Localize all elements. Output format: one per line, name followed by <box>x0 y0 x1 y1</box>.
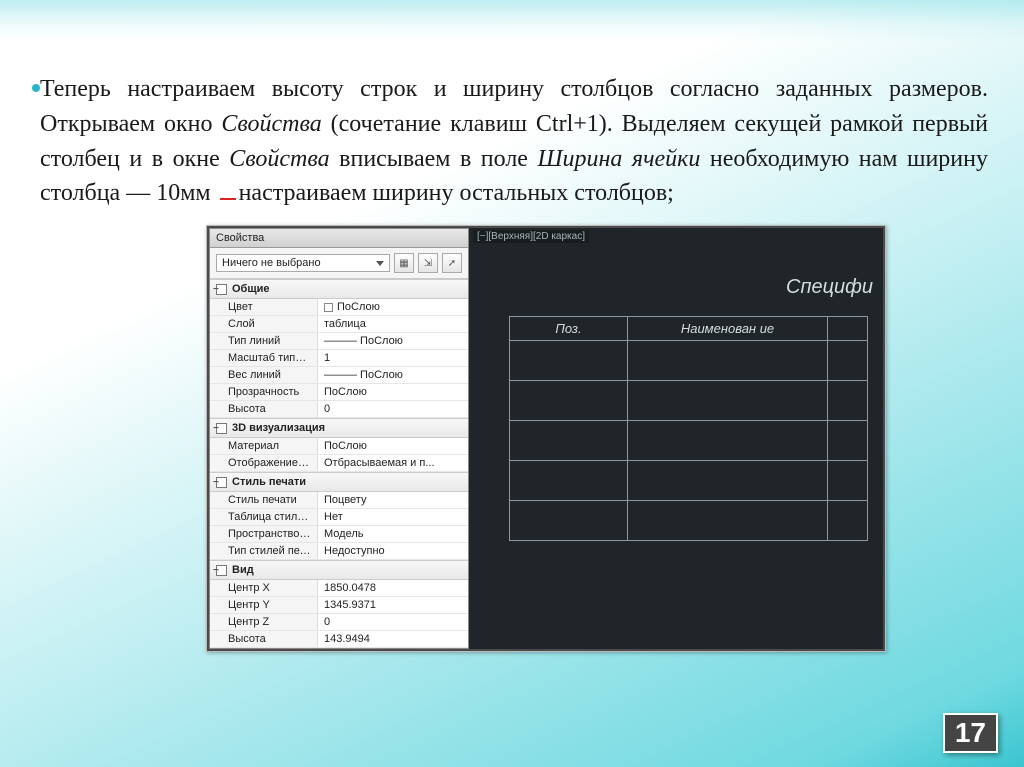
table-row[interactable] <box>510 461 868 501</box>
property-row[interactable]: ЦветПоСлою <box>210 299 468 316</box>
slide-paragraph: Теперь настраиваем высоту строк и ширину… <box>36 72 988 211</box>
italic-1: Свойства <box>221 111 321 137</box>
property-key: Масштаб типа ... <box>210 350 318 366</box>
table-row[interactable] <box>510 381 868 421</box>
error-underline <box>220 198 236 200</box>
selection-dropdown[interactable]: Ничего не выбрано <box>216 254 390 272</box>
chevron-down-icon <box>376 261 384 266</box>
property-key: Прозрачность <box>210 384 318 400</box>
property-key: Пространство т... <box>210 526 318 542</box>
properties-title: Свойства <box>210 229 468 248</box>
property-value[interactable]: таблица <box>318 316 468 332</box>
property-value[interactable]: 1850.0478 <box>318 580 468 596</box>
section-3dviz-label: 3D визуализация <box>232 422 325 434</box>
table-header-name: Наименован ие <box>628 317 828 341</box>
property-row[interactable]: Тип линий——— ПоСлою <box>210 333 468 350</box>
property-value[interactable]: Модель <box>318 526 468 542</box>
property-key: Слой <box>210 316 318 332</box>
property-key: Материал <box>210 438 318 454</box>
selection-dropdown-label: Ничего не выбрано <box>222 257 321 269</box>
page-number: 17 <box>943 713 998 753</box>
section-view-label: Вид <box>232 564 254 576</box>
property-row[interactable]: Высота0 <box>210 401 468 418</box>
section-general[interactable]: Общие <box>210 279 468 299</box>
italic-3: Ширина ячейки <box>537 146 700 172</box>
table-header-poz: Поз. <box>510 317 628 341</box>
properties-panel: Свойства Ничего не выбрано ▦ ⇲ ➚ Общие Ц… <box>209 228 469 649</box>
property-row[interactable]: Высота143.9494 <box>210 631 468 648</box>
viewport-label[interactable]: [−][Верхняя][2D каркас] <box>473 230 589 243</box>
property-row[interactable]: Тип стилей печ...Недоступно <box>210 543 468 560</box>
pickadd-button[interactable]: ⇲ <box>418 253 438 273</box>
property-value[interactable]: 1345.9371 <box>318 597 468 613</box>
property-row[interactable]: Таблица стиле...Нет <box>210 509 468 526</box>
property-value[interactable]: ——— ПоСлою <box>318 367 468 383</box>
property-value[interactable]: Отбрасываемая и п... <box>318 455 468 471</box>
spec-table[interactable]: Поз. Наименован ие <box>509 316 868 541</box>
property-key: Высота <box>210 401 318 417</box>
property-value[interactable]: 143.9494 <box>318 631 468 647</box>
properties-toolbar: Ничего не выбрано ▦ ⇲ ➚ <box>210 248 468 279</box>
property-value[interactable]: Нет <box>318 509 468 525</box>
property-value[interactable]: 1 <box>318 350 468 366</box>
property-row[interactable]: Центр Y1345.9371 <box>210 597 468 614</box>
property-row[interactable]: МатериалПоСлою <box>210 438 468 455</box>
section-general-label: Общие <box>232 283 270 295</box>
property-key: Тип стилей печ... <box>210 543 318 559</box>
section-3dviz[interactable]: 3D визуализация <box>210 418 468 438</box>
property-value[interactable]: ——— ПоСлою <box>318 333 468 349</box>
property-value[interactable]: 0 <box>318 614 468 630</box>
section-plotstyle-label: Стиль печати <box>232 476 306 488</box>
italic-2: Свойства <box>229 146 329 172</box>
property-value[interactable]: ПоСлою <box>318 299 468 315</box>
table-header-extra <box>828 317 868 341</box>
section-view[interactable]: Вид <box>210 560 468 580</box>
property-row[interactable]: Центр Z0 <box>210 614 468 631</box>
property-value[interactable]: Недоступно <box>318 543 468 559</box>
property-key: Центр Y <box>210 597 318 613</box>
bullet-icon <box>32 84 40 92</box>
property-row[interactable]: Пространство т...Модель <box>210 526 468 543</box>
property-row[interactable]: Вес линий——— ПоСлою <box>210 367 468 384</box>
table-row[interactable] <box>510 501 868 541</box>
select-objects-button[interactable]: ➚ <box>442 253 462 273</box>
property-key: Цвет <box>210 299 318 315</box>
property-row[interactable]: Отображение т...Отбрасываемая и п... <box>210 455 468 472</box>
property-key: Тип линий <box>210 333 318 349</box>
quick-select-button[interactable]: ▦ <box>394 253 414 273</box>
property-value[interactable]: 0 <box>318 401 468 417</box>
property-value[interactable]: Поцвету <box>318 492 468 508</box>
property-key: Таблица стиле... <box>210 509 318 525</box>
property-value[interactable]: ПоСлою <box>318 438 468 454</box>
property-row[interactable]: Масштаб типа ...1 <box>210 350 468 367</box>
color-swatch-icon <box>324 303 333 312</box>
table-title: Специфи <box>786 276 873 299</box>
property-key: Центр X <box>210 580 318 596</box>
property-key: Высота <box>210 631 318 647</box>
text-3: вписываем в поле <box>330 146 538 172</box>
table-row[interactable] <box>510 421 868 461</box>
property-row[interactable]: ПрозрачностьПоСлою <box>210 384 468 401</box>
property-row[interactable]: Центр X1850.0478 <box>210 580 468 597</box>
property-key: Стиль печати <box>210 492 318 508</box>
text-5: настраиваем ширину остальных столбцов; <box>239 180 674 206</box>
property-value[interactable]: ПоСлою <box>318 384 468 400</box>
property-key: Отображение т... <box>210 455 318 471</box>
property-row[interactable]: Слойтаблица <box>210 316 468 333</box>
property-key: Вес линий <box>210 367 318 383</box>
drawing-area: [−][Верхняя][2D каркас] Специфи Поз. Наи… <box>469 228 883 649</box>
table-row[interactable] <box>510 341 868 381</box>
property-key: Центр Z <box>210 614 318 630</box>
embedded-screenshot: Свойства Ничего не выбрано ▦ ⇲ ➚ Общие Ц… <box>206 225 886 652</box>
section-plotstyle[interactable]: Стиль печати <box>210 472 468 492</box>
property-row[interactable]: Стиль печатиПоцвету <box>210 492 468 509</box>
